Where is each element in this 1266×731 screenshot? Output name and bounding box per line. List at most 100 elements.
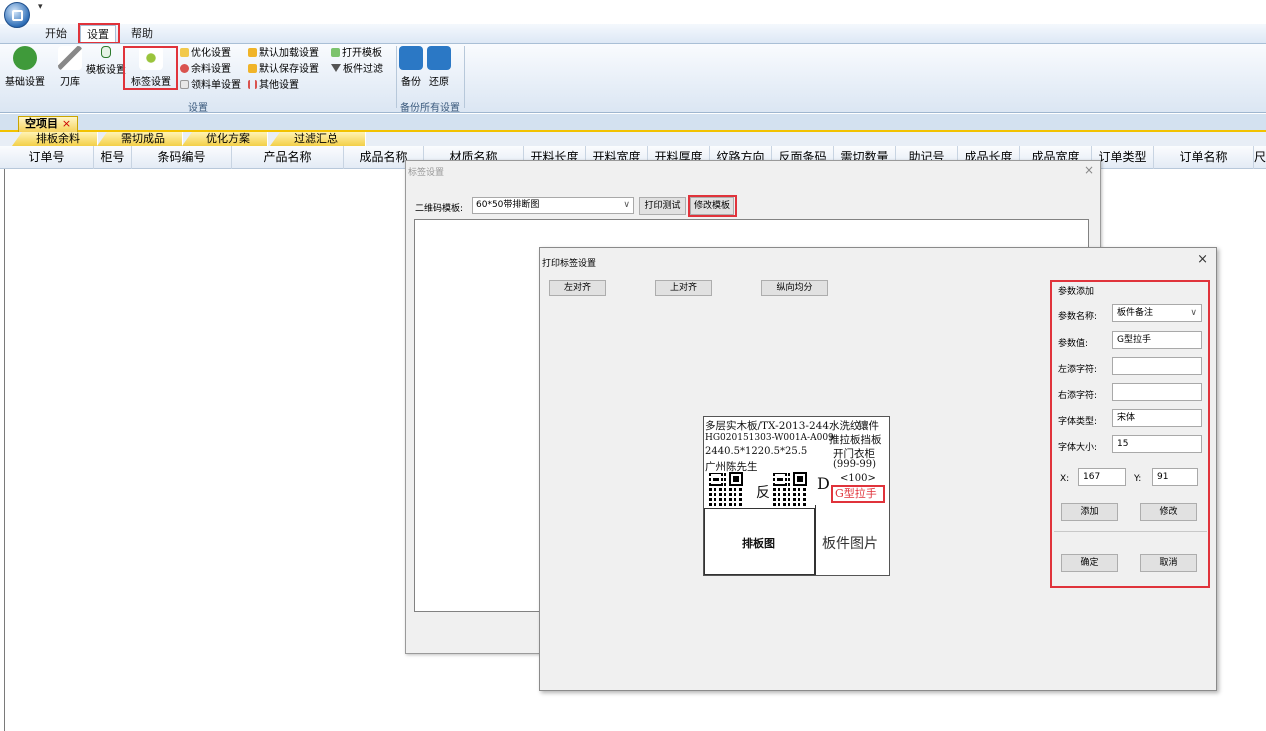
column-header[interactable]: 产品名称 [232, 146, 344, 169]
label-reverse[interactable]: 反 [756, 482, 770, 502]
knife-icon [58, 46, 82, 70]
tab-help[interactable]: 帮助 [125, 25, 159, 43]
column-header[interactable]: 订单号 [0, 146, 94, 169]
open-template-button[interactable]: 打开模板 [331, 47, 382, 60]
column-header[interactable]: 订单名称 [1154, 146, 1254, 169]
label-size[interactable]: 2440.5*1220.5*25.5 [705, 446, 807, 457]
optimize-icon [180, 48, 189, 57]
tab-parts-to-cut[interactable]: 需切成品 [97, 132, 183, 146]
optimize-settings-button[interactable]: 优化设置 [180, 47, 231, 60]
y-label: Y: [1134, 474, 1142, 484]
restore-gear-icon [427, 46, 451, 70]
restore-button[interactable]: 还原 [424, 46, 454, 88]
dialog-title: 标签设置 [408, 168, 445, 178]
font-size-input[interactable]: 15 [1112, 435, 1202, 453]
app-icon [12, 10, 23, 21]
top-align-button[interactable]: 上对齐 [655, 280, 712, 296]
tool-library-button[interactable]: 刀库 [54, 46, 86, 88]
font-type-label: 字体类型: [1058, 417, 1098, 427]
panel-filter-button[interactable]: 板件过滤 [331, 63, 383, 76]
document-tab-strip [0, 114, 1266, 132]
document-tab[interactable]: 空项目 × [18, 116, 79, 132]
app-menu-button[interactable] [4, 2, 30, 28]
tab-optimization-plan[interactable]: 优化方案 [182, 132, 268, 146]
default-save-settings-button[interactable]: 默认保存设置 [248, 63, 319, 76]
template-settings-button[interactable]: 模板设置 [86, 46, 126, 76]
left-align-button[interactable]: 左对齐 [549, 280, 606, 296]
label-count[interactable]: <100> [840, 473, 876, 484]
label-product[interactable]: 推拉板挡板 [829, 432, 882, 447]
layout-image-label: 排板图 [742, 537, 775, 550]
remnant-settings-button[interactable]: 余料设置 [180, 63, 231, 76]
folder-save-icon [248, 64, 257, 73]
group-label-settings: 设置 [188, 103, 208, 114]
tab-start[interactable]: 开始 [39, 25, 73, 43]
label-handle-field[interactable]: G型拉手 [831, 485, 885, 503]
vertical-distribute-button[interactable]: 纵向均分 [761, 280, 828, 296]
group-label-backup: 备份所有设置 [400, 103, 460, 114]
param-value-input[interactable]: G型拉手 [1112, 331, 1202, 349]
qr-code[interactable] [709, 472, 743, 506]
other-settings-button[interactable]: 其他设置 [248, 79, 299, 92]
modify-button[interactable]: 修改 [1140, 503, 1197, 521]
picking-list-settings-button[interactable]: 领料单设置 [180, 79, 241, 92]
list-icon [180, 80, 189, 89]
grid-left-border [4, 169, 5, 731]
label-d[interactable]: D [817, 474, 830, 493]
template-select[interactable]: 60*50带排断图 ∨ [472, 197, 634, 214]
qr-code[interactable] [773, 472, 807, 506]
column-header[interactable]: 订单类型 [1092, 146, 1154, 169]
x-input[interactable]: 167 [1078, 468, 1126, 486]
ribbon-separator [464, 46, 465, 108]
left-char-label: 左添字符: [1058, 365, 1098, 375]
right-char-input[interactable] [1112, 383, 1202, 401]
close-icon[interactable]: × [1197, 252, 1208, 267]
parameter-panel [1050, 280, 1210, 588]
chevron-down-icon: ∨ [623, 200, 630, 210]
sliders-icon [248, 80, 257, 89]
column-header[interactable]: 条码编号 [132, 146, 232, 169]
font-type-input[interactable]: 宋体 [1112, 409, 1202, 427]
cancel-button[interactable]: 取消 [1140, 554, 1197, 572]
right-char-label: 右添字符: [1058, 391, 1098, 401]
label-barcode[interactable]: HG020151303-W001A-A009 [705, 433, 834, 443]
ok-button[interactable]: 确定 [1061, 554, 1118, 572]
title-bar [0, 0, 1266, 24]
remnant-icon [180, 64, 189, 73]
filter-icon [331, 64, 341, 73]
print-test-button[interactable]: 打印测试 [639, 197, 686, 215]
backup-button[interactable]: 备份 [398, 46, 424, 88]
highlight-box [688, 195, 737, 217]
part-image-label[interactable]: 板件图片 [822, 533, 878, 553]
param-name-label: 参数名称: [1058, 312, 1098, 322]
divider [1054, 531, 1207, 532]
highlight-box [123, 46, 178, 90]
add-button[interactable]: 添加 [1061, 503, 1118, 521]
dialog-title: 打印标签设置 [542, 259, 597, 269]
basic-settings-button[interactable]: 基础设置 [0, 46, 50, 88]
column-header[interactable]: 尺 [1254, 146, 1266, 169]
tab-layout-remnant[interactable]: 排板余料 [12, 132, 98, 146]
close-icon[interactable]: × [62, 117, 71, 130]
param-name-select[interactable]: 板件备注 ∨ [1112, 304, 1202, 322]
folder-open-icon [248, 48, 257, 57]
default-load-settings-button[interactable]: 默认加载设置 [248, 47, 319, 60]
highlight-box [78, 23, 120, 44]
menu-tab-row [0, 24, 1266, 43]
column-header[interactable]: 柜号 [94, 146, 132, 169]
font-size-label: 字体大小: [1058, 443, 1098, 453]
divider [815, 505, 816, 575]
label-overlap-text[interactable]: 镶件 [858, 418, 879, 433]
label-code[interactable]: (999-99) [833, 459, 876, 470]
y-input[interactable]: 91 [1152, 468, 1198, 486]
tools-icon [13, 46, 37, 70]
label-material[interactable]: 多层实木板/TX-2013-244水洗纹 [705, 418, 861, 433]
left-char-input[interactable] [1112, 357, 1202, 375]
x-label: X: [1060, 474, 1070, 484]
close-icon[interactable]: × [1084, 163, 1094, 177]
chevron-down-icon: ∨ [1190, 308, 1197, 318]
backup-gear-icon [399, 46, 423, 70]
quick-access-dropdown-icon[interactable]: ▾ [38, 2, 43, 12]
panel-header: 参数添加 [1058, 287, 1095, 297]
tab-filter-summary[interactable]: 过滤汇总 [270, 132, 366, 146]
